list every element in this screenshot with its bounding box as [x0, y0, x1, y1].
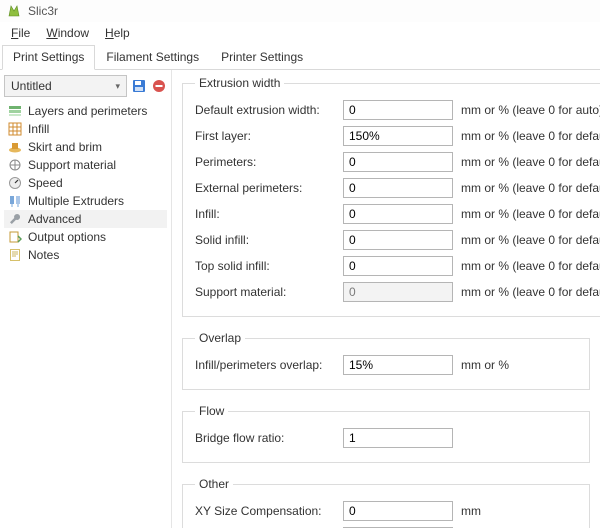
group-legend: Overlap	[195, 331, 245, 345]
bridge-flow-label: Bridge flow ratio:	[195, 431, 335, 445]
sidebar: Untitled ▾ Layers and perimeters Infill …	[0, 70, 172, 528]
default-extrusion-unit: mm or % (leave 0 for auto)	[461, 103, 600, 117]
menu-help[interactable]: Help	[98, 24, 137, 42]
sidebar-item-label: Advanced	[28, 212, 81, 226]
external-perimeters-label: External perimeters:	[195, 181, 335, 195]
sidebar-item-notes[interactable]: Notes	[4, 246, 167, 264]
infill-width-input[interactable]	[343, 204, 453, 224]
sidebar-item-infill[interactable]: Infill	[4, 120, 167, 138]
group-other: Other XY Size Compensation: mm Threads: …	[182, 477, 590, 528]
layers-icon	[8, 104, 22, 118]
delete-profile-button[interactable]	[151, 78, 167, 94]
group-overlap: Overlap Infill/perimeters overlap: mm or…	[182, 331, 590, 390]
titlebar: Slic3r	[0, 0, 600, 22]
menubar: File Window Help	[0, 22, 600, 44]
support-material-width-label: Support material:	[195, 285, 335, 299]
overlap-label: Infill/perimeters overlap:	[195, 358, 335, 372]
group-legend: Flow	[195, 404, 228, 418]
overlap-input[interactable]	[343, 355, 453, 375]
save-profile-button[interactable]	[131, 78, 147, 94]
sidebar-item-support[interactable]: Support material	[4, 156, 167, 174]
chevron-down-icon: ▾	[115, 81, 120, 92]
sidebar-item-label: Infill	[28, 122, 49, 136]
infill-width-label: Infill:	[195, 207, 335, 221]
output-icon	[8, 230, 22, 244]
top-solid-infill-input[interactable]	[343, 256, 453, 276]
sidebar-item-label: Multiple Extruders	[28, 194, 124, 208]
first-layer-label: First layer:	[195, 129, 335, 143]
first-layer-unit: mm or % (leave 0 for default)	[461, 129, 600, 143]
top-solid-infill-label: Top solid infill:	[195, 259, 335, 273]
xy-compensation-label: XY Size Compensation:	[195, 504, 335, 518]
sidebar-item-label: Output options	[28, 230, 106, 244]
infill-width-unit: mm or % (leave 0 for default)	[461, 207, 600, 221]
sidebar-item-speed[interactable]: Speed	[4, 174, 167, 192]
sidebar-item-label: Skirt and brim	[28, 140, 102, 154]
default-extrusion-label: Default extrusion width:	[195, 103, 335, 117]
external-perimeters-unit: mm or % (leave 0 for default)	[461, 181, 600, 195]
app-title: Slic3r	[28, 4, 58, 18]
group-legend: Extrusion width	[195, 76, 284, 90]
sidebar-item-output[interactable]: Output options	[4, 228, 167, 246]
sidebar-item-layers[interactable]: Layers and perimeters	[4, 102, 167, 120]
content-pane: Extrusion width Default extrusion width:…	[172, 70, 600, 528]
speed-icon	[8, 176, 22, 190]
xy-compensation-unit: mm	[461, 504, 577, 518]
group-flow: Flow Bridge flow ratio:	[182, 404, 590, 463]
support-material-width-input	[343, 282, 453, 302]
extruders-icon	[8, 194, 22, 208]
perimeters-input[interactable]	[343, 152, 453, 172]
notes-icon	[8, 248, 22, 262]
solid-infill-unit: mm or % (leave 0 for default)	[461, 233, 600, 247]
profile-selected-label: Untitled	[11, 79, 52, 93]
profile-select[interactable]: Untitled ▾	[4, 75, 127, 97]
sidebar-item-label: Layers and perimeters	[28, 104, 147, 118]
menu-window[interactable]: Window	[39, 24, 96, 42]
skirt-icon	[8, 140, 22, 154]
tab-printer-settings[interactable]: Printer Settings	[210, 45, 314, 70]
bridge-flow-input[interactable]	[343, 428, 453, 448]
perimeters-unit: mm or % (leave 0 for default)	[461, 155, 600, 169]
solid-infill-label: Solid infill:	[195, 233, 335, 247]
group-extrusion-width: Extrusion width Default extrusion width:…	[182, 76, 600, 317]
app-icon	[6, 3, 22, 19]
default-extrusion-input[interactable]	[343, 100, 453, 120]
external-perimeters-input[interactable]	[343, 178, 453, 198]
sidebar-item-label: Support material	[28, 158, 116, 172]
xy-compensation-input[interactable]	[343, 501, 453, 521]
first-layer-input[interactable]	[343, 126, 453, 146]
solid-infill-input[interactable]	[343, 230, 453, 250]
wrench-icon	[8, 212, 22, 226]
tabbar: Print Settings Filament Settings Printer…	[0, 44, 600, 70]
overlap-unit: mm or %	[461, 358, 577, 372]
support-material-width-unit: mm or % (leave 0 for default)	[461, 285, 600, 299]
sidebar-item-advanced[interactable]: Advanced	[4, 210, 167, 228]
sidebar-item-extruders[interactable]: Multiple Extruders	[4, 192, 167, 210]
tab-filament-settings[interactable]: Filament Settings	[95, 45, 210, 70]
perimeters-label: Perimeters:	[195, 155, 335, 169]
menu-file[interactable]: File	[4, 24, 37, 42]
support-icon	[8, 158, 22, 172]
top-solid-infill-unit: mm or % (leave 0 for default)	[461, 259, 600, 273]
tab-print-settings[interactable]: Print Settings	[2, 45, 95, 70]
group-legend: Other	[195, 477, 233, 491]
sidebar-item-skirt[interactable]: Skirt and brim	[4, 138, 167, 156]
sidebar-tree: Layers and perimeters Infill Skirt and b…	[4, 102, 167, 264]
sidebar-item-label: Speed	[28, 176, 63, 190]
sidebar-item-label: Notes	[28, 248, 59, 262]
infill-icon	[8, 122, 22, 136]
